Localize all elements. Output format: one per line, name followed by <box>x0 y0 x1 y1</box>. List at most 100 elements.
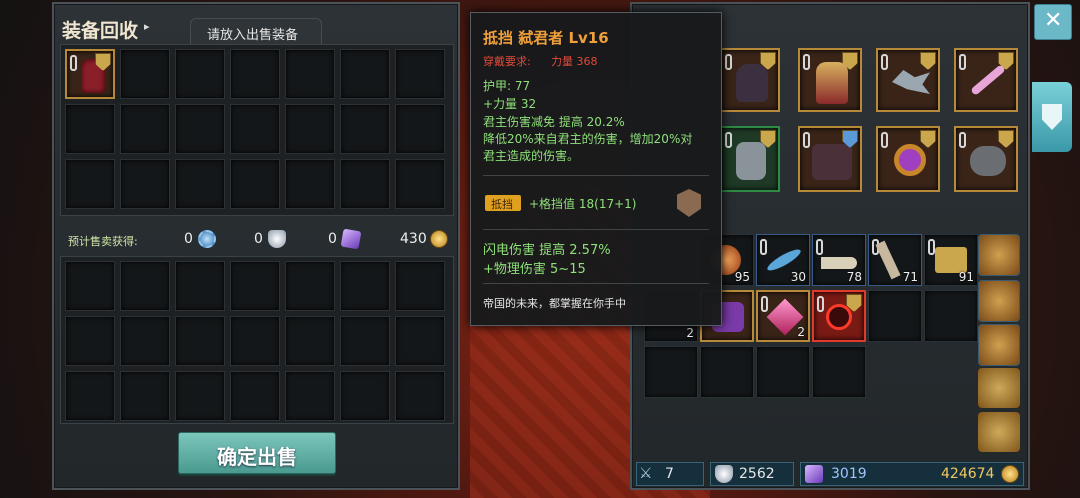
inventory-slot[interactable]: 2 <box>756 290 810 342</box>
inventory-slot[interactable] <box>812 346 866 398</box>
earning-gold-value: 430 <box>400 231 427 247</box>
preview-slot <box>175 371 225 421</box>
confirm-sell-label: 确定出售 <box>217 445 297 469</box>
preview-slot <box>230 371 280 421</box>
sell-slot[interactable] <box>340 104 390 154</box>
link-icon <box>817 296 824 312</box>
inventory-slot-selected[interactable] <box>812 290 866 342</box>
preview-slot <box>340 371 390 421</box>
gold-coin-icon <box>430 230 448 248</box>
earnings-label: 预计售卖获得: <box>68 235 138 248</box>
inventory-slot[interactable] <box>644 346 698 398</box>
sell-slot[interactable] <box>340 159 390 209</box>
stat-desc-2: 君主造成的伤害。 <box>483 149 580 163</box>
bracer-item-icon <box>970 146 1006 176</box>
inventory-slot[interactable]: 78 <box>812 234 866 286</box>
link-icon <box>70 55 77 71</box>
gold-count: 424674 <box>941 466 995 482</box>
link-icon <box>881 132 888 148</box>
inventory-slot[interactable] <box>700 346 754 398</box>
sell-slot[interactable] <box>175 104 225 154</box>
earning-crest-value: 0 <box>254 231 263 247</box>
confirm-sell-button[interactable]: 确定出售 <box>178 432 336 474</box>
sell-slot[interactable] <box>120 159 170 209</box>
sell-slot-grid <box>60 44 454 216</box>
sell-slot[interactable] <box>340 49 390 99</box>
sell-slot-armor[interactable] <box>65 49 115 99</box>
equip-slot-gloves[interactable] <box>720 126 780 192</box>
sell-slot[interactable] <box>175 159 225 209</box>
equip-slot-helmet[interactable] <box>720 48 780 112</box>
inventory-slot[interactable] <box>756 346 810 398</box>
link-icon <box>959 132 966 148</box>
inventory-slot[interactable] <box>924 290 978 342</box>
preview-slot <box>285 316 335 366</box>
equip-slot-boots[interactable] <box>798 126 862 192</box>
helmet-item-icon <box>736 64 768 102</box>
sell-slot[interactable] <box>65 159 115 209</box>
divider <box>483 229 709 230</box>
panel-title: 装备回收 <box>62 20 139 42</box>
stat-lightning: 闪电伤害 提高 2.57% <box>483 243 611 258</box>
equip-slot-ring-2[interactable] <box>954 126 1018 192</box>
preview-slot <box>395 371 445 421</box>
link-icon <box>928 239 935 255</box>
preview-slot <box>175 261 225 311</box>
sell-slot[interactable] <box>65 104 115 154</box>
sell-preview-grid <box>60 256 454 424</box>
block-tag: 抵挡 <box>485 195 521 211</box>
sell-slot[interactable] <box>120 104 170 154</box>
currency-bar: ⚔ 7 2562 3019 424674 <box>636 462 1024 486</box>
item-tooltip: 抵挡 弑君者 Lv16 穿戴要求: 力量 368 护甲: 77 +力量 32 君… <box>470 12 722 326</box>
link-icon <box>803 54 810 70</box>
chest-item-icon <box>816 62 848 104</box>
sell-slot[interactable] <box>230 104 280 154</box>
flavor-text: 帝国的未来，都掌握在你手中 <box>483 297 626 310</box>
bag-icon[interactable] <box>978 324 1020 366</box>
link-icon <box>816 239 823 255</box>
sell-slot[interactable] <box>285 49 335 99</box>
sell-slot[interactable] <box>285 104 335 154</box>
item-quantity: 2 <box>686 326 694 340</box>
item-quantity: 95 <box>734 270 750 284</box>
inventory-slot[interactable]: 71 <box>868 234 922 286</box>
sell-slot[interactable] <box>395 159 445 209</box>
equip-slot-chest[interactable] <box>798 48 862 112</box>
inventory-slot[interactable]: 91 <box>924 234 978 286</box>
shield-badge-icon <box>998 130 1014 148</box>
close-button[interactable]: ✕ <box>1034 4 1072 40</box>
preview-slot <box>285 261 335 311</box>
divider <box>483 283 709 284</box>
sell-slot[interactable] <box>395 49 445 99</box>
preview-slot <box>120 261 170 311</box>
gem-count: 3019 <box>831 466 867 482</box>
sell-slot[interactable] <box>285 159 335 209</box>
equip-slot-necklace[interactable] <box>954 48 1018 112</box>
sell-slot[interactable] <box>230 159 280 209</box>
bag-icon[interactable] <box>978 280 1020 322</box>
sell-slot[interactable] <box>395 104 445 154</box>
side-tab-character[interactable] <box>1032 82 1072 152</box>
boots-item-icon <box>812 144 852 180</box>
locked-bag-icon[interactable] <box>978 368 1020 408</box>
shield-icon <box>1042 104 1062 130</box>
equip-slot-weapon[interactable] <box>876 48 940 112</box>
tab-sell-equipment[interactable]: 请放入出售装备 <box>190 18 322 44</box>
preview-slot <box>395 316 445 366</box>
inventory-slot[interactable] <box>868 290 922 342</box>
block-shield-icon <box>677 189 701 217</box>
locked-bag-icon[interactable] <box>978 412 1020 452</box>
sell-slot[interactable] <box>175 49 225 99</box>
preview-slot <box>120 316 170 366</box>
currency-gem: 3019 424674 <box>800 462 1024 486</box>
necklace-item-icon <box>970 64 1006 96</box>
crest-count: 2562 <box>739 466 775 482</box>
bag-icon[interactable] <box>978 234 1020 276</box>
item-quantity: 2 <box>797 325 805 339</box>
equip-slot-ring-1[interactable] <box>876 126 940 192</box>
earning-gear-value: 0 <box>184 231 193 247</box>
silver-crest-icon <box>268 230 286 248</box>
sell-slot[interactable] <box>230 49 280 99</box>
sell-slot[interactable] <box>120 49 170 99</box>
inventory-slot[interactable]: 30 <box>756 234 810 286</box>
